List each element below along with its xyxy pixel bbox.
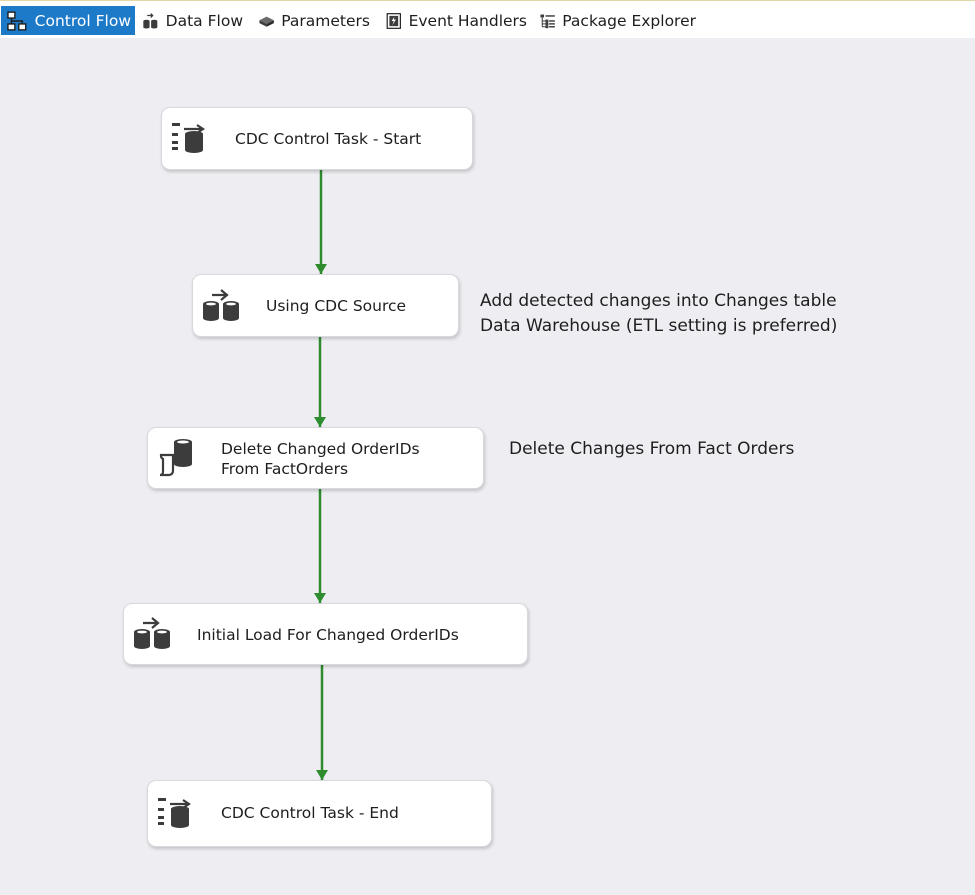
- tab-label: Control Flow: [34, 11, 131, 30]
- cdc-control-task-icon: [158, 798, 191, 828]
- annotation-add-detected-changes[interactable]: Add detected changes into Changes table …: [480, 289, 837, 339]
- task-label: CDC Control Task - Start: [235, 130, 422, 148]
- control-flow-icon: [7, 10, 27, 31]
- task-cdc-control-end[interactable]: CDC Control Task - End: [147, 780, 492, 847]
- execute-sql-task-icon: [159, 439, 192, 477]
- task-label: Initial Load For Changed OrderIDs: [197, 626, 459, 644]
- task-label: Using CDC Source: [266, 297, 407, 315]
- task-initial-load-changed-orderids[interactable]: Initial Load For Changed OrderIDs: [123, 603, 528, 665]
- data-flow-icon: [143, 12, 158, 28]
- arrow-head: [314, 417, 326, 427]
- annotation-line1: Add detected changes into Changes table: [480, 291, 837, 311]
- parameters-icon: [259, 16, 274, 27]
- task-label-line1: Delete Changed OrderIDs: [221, 440, 420, 458]
- tab-package-explorer[interactable]: Package Explorer: [535, 6, 700, 35]
- designer-tab-bar: Control Flow Data Flow Parameters Event …: [0, 0, 975, 38]
- arrow-head: [315, 264, 327, 274]
- data-flow-task-icon: [203, 289, 239, 321]
- data-flow-task-icon: [134, 617, 170, 649]
- tab-label: Parameters: [281, 11, 370, 30]
- tab-label: Package Explorer: [562, 11, 696, 30]
- annotation-delete-changes[interactable]: Delete Changes From Fact Orders: [509, 437, 794, 462]
- tab-label: Event Handlers: [408, 11, 527, 30]
- tab-parameters[interactable]: Parameters: [254, 6, 374, 35]
- task-label-line2: From FactOrders: [221, 460, 349, 478]
- arrow-head: [316, 770, 328, 780]
- tab-label: Data Flow: [165, 11, 243, 30]
- annotation-line2: Data Warehouse (ETL setting is preferred…: [480, 316, 838, 336]
- event-handlers-icon: [386, 12, 401, 29]
- arrow-head: [314, 593, 326, 603]
- tab-event-handlers[interactable]: Event Handlers: [381, 6, 531, 35]
- package-explorer-icon: [540, 14, 555, 28]
- cdc-control-task-icon: [172, 123, 205, 153]
- annotation-line1: Delete Changes From Fact Orders: [509, 439, 795, 459]
- tab-control-flow[interactable]: Control Flow: [1, 6, 135, 35]
- task-delete-changed-orderids[interactable]: Delete Changed OrderIDs From FactOrders: [147, 427, 484, 489]
- tab-data-flow[interactable]: Data Flow: [137, 6, 247, 35]
- task-label: CDC Control Task - End: [221, 804, 399, 822]
- task-cdc-control-start[interactable]: CDC Control Task - Start: [161, 107, 473, 170]
- task-using-cdc-source[interactable]: Using CDC Source: [192, 274, 459, 337]
